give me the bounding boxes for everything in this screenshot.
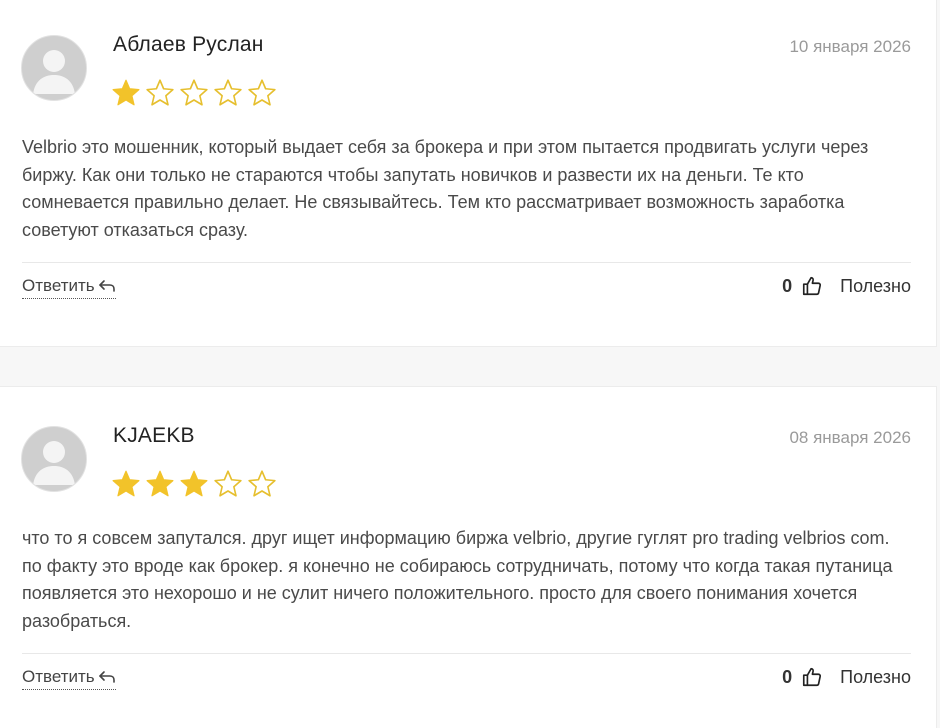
star-rating	[111, 469, 277, 499]
useful-label: Полезно	[840, 666, 911, 687]
star-filled-icon	[145, 469, 175, 499]
like-count: 0	[782, 666, 793, 687]
reply-arrow-icon	[98, 671, 115, 683]
useful-block: 0 Полезно	[782, 275, 911, 297]
review-list: Аблаев Руслан 10 января 2026 Velbrio это…	[0, 0, 940, 728]
reply-button[interactable]: Ответить	[22, 667, 116, 690]
star-rating	[111, 78, 277, 108]
like-count: 0	[782, 275, 793, 296]
star-filled-icon	[111, 469, 141, 499]
review-date: 10 января 2026	[789, 37, 911, 56]
useful-block: 0 Полезно	[782, 666, 911, 688]
thumbs-up-icon[interactable]	[801, 666, 823, 688]
star-empty-icon	[179, 78, 209, 108]
reply-button[interactable]: Ответить	[22, 276, 116, 299]
star-empty-icon	[213, 469, 243, 499]
useful-label: Полезно	[840, 275, 911, 296]
star-empty-icon	[247, 78, 277, 108]
review-date: 08 января 2026	[789, 428, 911, 447]
divider	[22, 653, 911, 654]
star-filled-icon	[179, 469, 209, 499]
star-empty-icon	[145, 78, 175, 108]
review-card: KJAEKB 08 января 2026 что то я совсем за…	[0, 386, 937, 728]
author-name: Аблаев Руслан	[113, 33, 264, 56]
divider	[22, 262, 911, 263]
review-text: что то я совсем запутался. друг ищет инф…	[22, 528, 893, 631]
review-text: Velbrio это мошенник, который выдает себ…	[22, 137, 869, 240]
star-empty-icon	[213, 78, 243, 108]
review-card: Аблаев Руслан 10 января 2026 Velbrio это…	[0, 0, 937, 347]
avatar	[21, 35, 87, 101]
star-empty-icon	[247, 469, 277, 499]
user-silhouette-icon	[33, 50, 75, 94]
avatar	[21, 426, 87, 492]
reply-label: Ответить	[22, 276, 95, 295]
user-silhouette-icon	[33, 441, 75, 485]
reply-arrow-icon	[98, 280, 115, 292]
star-filled-icon	[111, 78, 141, 108]
author-name: KJAEKB	[113, 424, 195, 447]
reply-label: Ответить	[22, 667, 95, 686]
thumbs-up-icon[interactable]	[801, 275, 823, 297]
